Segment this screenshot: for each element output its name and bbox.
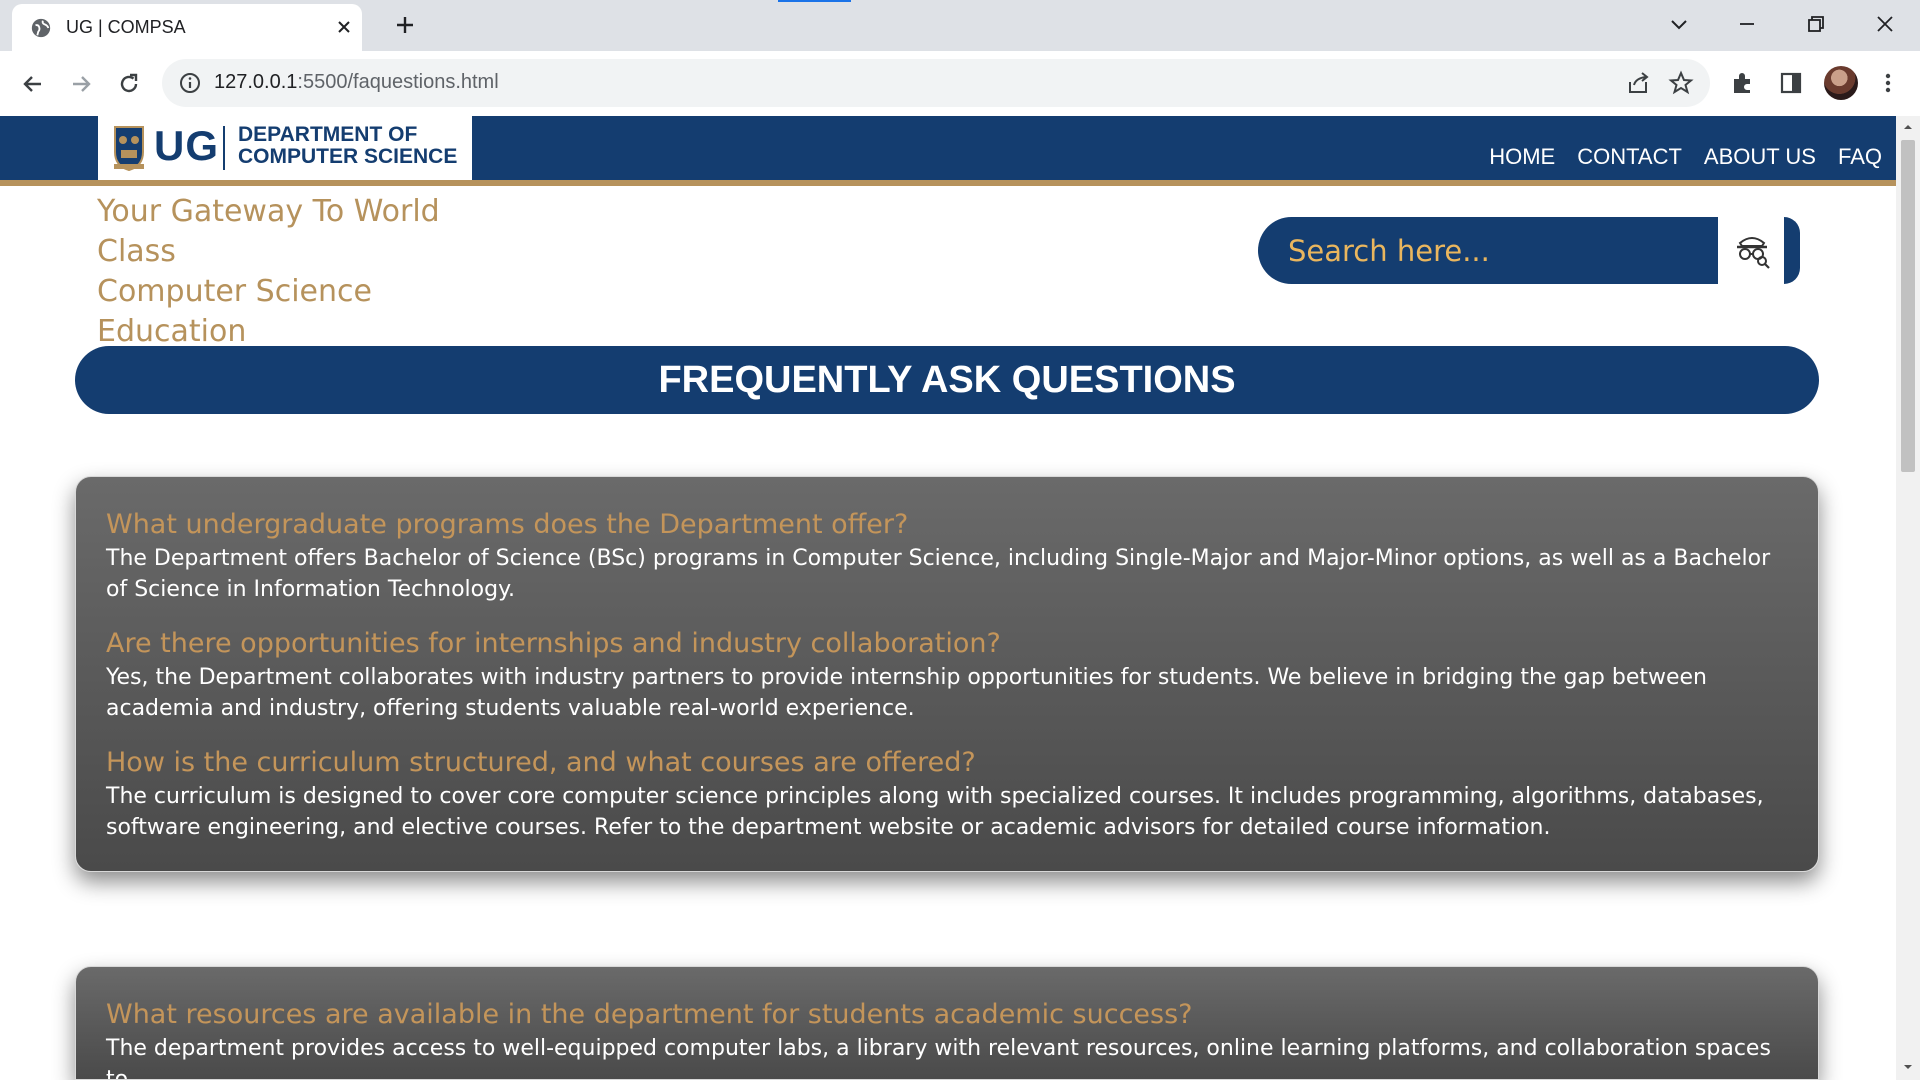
faq-question: How is the curriculum structured, and wh… — [106, 747, 976, 778]
faq-card: What resources are available in the depa… — [75, 966, 1819, 1080]
url-text: 127.0.0.1:5500/faquestions.html — [214, 71, 499, 94]
address-bar[interactable]: 127.0.0.1:5500/faquestions.html — [162, 59, 1710, 107]
extensions-icon[interactable] — [1729, 69, 1757, 97]
faq-answer: The department provides access to well-e… — [106, 1036, 1771, 1080]
plus-icon[interactable] — [393, 13, 417, 37]
chevron-down-icon[interactable] — [1665, 10, 1693, 38]
browser-tabbar: UG | COMPSA — [0, 0, 1920, 51]
tab-title: UG | COMPSA — [66, 17, 186, 37]
faq-item: What resources are available in the depa… — [106, 998, 1788, 1080]
faq-banner-title: FREQUENTLY ASK QUESTIONS — [75, 346, 1819, 414]
back-arrow-icon[interactable] — [19, 70, 47, 98]
tab-loading-indicator — [778, 0, 851, 2]
scrollbar-thumb[interactable] — [1901, 140, 1915, 472]
faq-answer: The Department offers Bachelor of Scienc… — [106, 546, 1771, 602]
restore-icon[interactable] — [1802, 10, 1830, 38]
faq-answer: Yes, the Department collaborates with in… — [106, 665, 1707, 721]
window-close-icon[interactable] — [1871, 10, 1899, 38]
minimize-icon[interactable] — [1733, 10, 1761, 38]
reload-icon[interactable] — [115, 70, 143, 98]
search-bar-cap — [1784, 217, 1800, 284]
main-nav: HOME CONTACT ABOUT US FAQ — [1489, 144, 1882, 170]
kebab-menu-icon[interactable] — [1874, 69, 1902, 97]
search-input[interactable] — [1258, 217, 1718, 284]
logo-divider — [223, 126, 225, 170]
forward-arrow-icon[interactable] — [67, 70, 95, 98]
url-path: :5500/faquestions.html — [297, 71, 499, 93]
nav-link-about-us[interactable]: ABOUT US — [1704, 144, 1816, 170]
close-icon[interactable] — [334, 17, 354, 37]
scroll-down-arrow-icon[interactable] — [1903, 1062, 1913, 1072]
faq-item: Are there opportunities for internships … — [106, 627, 1788, 724]
faq-item: What undergraduate programs does the Dep… — [106, 508, 1788, 605]
share-icon[interactable] — [1626, 70, 1652, 96]
faq-answer: The curriculum is designed to cover core… — [106, 784, 1764, 840]
url-host: 127.0.0.1 — [214, 71, 298, 93]
nav-link-contact[interactable]: CONTACT — [1577, 144, 1682, 170]
incognito-search-icon — [1737, 237, 1770, 269]
logo-dept-line2: COMPUTER SCIENCE — [238, 145, 458, 168]
site-logo[interactable]: UG DEPARTMENT OF COMPUTER SCIENCE — [98, 116, 472, 180]
page-scrollbar[interactable] — [1896, 116, 1920, 1080]
tagline-line2: Computer Science — [97, 274, 372, 309]
faq-item: How is the curriculum structured, and wh… — [106, 746, 1788, 843]
star-icon[interactable] — [1668, 70, 1694, 96]
scroll-up-arrow-icon[interactable] — [1903, 122, 1913, 132]
tagline: Your Gateway To World Class Computer Sci… — [97, 192, 517, 352]
search-button[interactable] — [1718, 217, 1786, 284]
logo-department-text: DEPARTMENT OF COMPUTER SCIENCE — [238, 124, 457, 168]
faq-card: What undergraduate programs does the Dep… — [75, 476, 1819, 872]
university-crest-icon — [114, 126, 144, 172]
faq-question: What undergraduate programs does the Dep… — [106, 509, 909, 540]
nav-link-faq[interactable]: FAQ — [1838, 144, 1882, 170]
nav-link-home[interactable]: HOME — [1489, 144, 1555, 170]
logo-dept-line1: DEPARTMENT OF — [238, 123, 418, 146]
faq-question: What resources are available in the depa… — [106, 999, 1193, 1030]
globe-icon — [31, 18, 51, 38]
faq-question: Are there opportunities for internships … — [106, 628, 1001, 659]
tagline-line1: Your Gateway To World Class — [97, 194, 440, 269]
side-panel-icon[interactable] — [1777, 69, 1805, 97]
browser-tab[interactable]: UG | COMPSA — [12, 4, 362, 51]
info-icon[interactable] — [178, 71, 202, 95]
logo-ug-text: UG — [154, 122, 219, 169]
profile-avatar[interactable] — [1824, 66, 1858, 100]
search-bar — [1258, 217, 1802, 284]
site-header: UG DEPARTMENT OF COMPUTER SCIENCE HOME C… — [0, 116, 1896, 186]
browser-toolbar: 127.0.0.1:5500/faquestions.html — [0, 51, 1920, 117]
